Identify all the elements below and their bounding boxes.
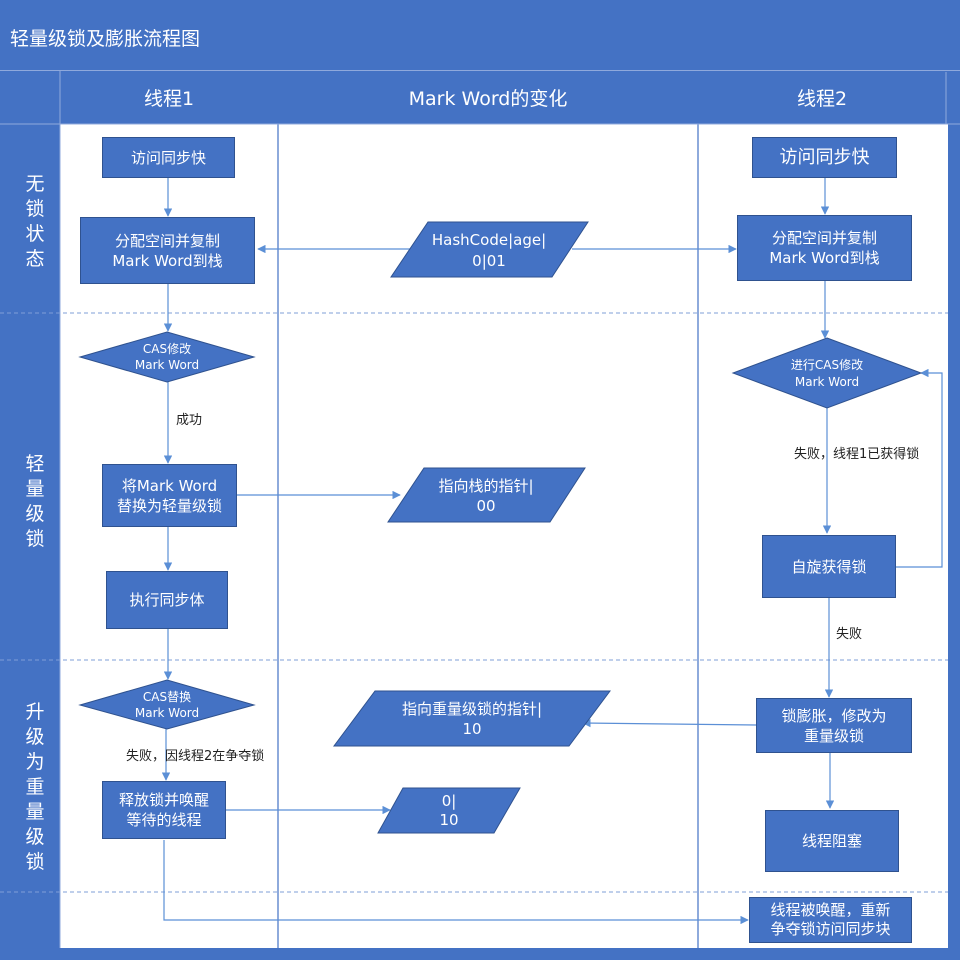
decision-t1-cas: CAS修改 Mark Word (78, 331, 256, 383)
process-t1-alloc-line1: 分配空间并复制 (114, 231, 220, 250)
process-t1-access-sync: 访问同步快 (102, 137, 235, 178)
process-t2-access-sync: 访问同步快 (752, 137, 897, 178)
stackptr-line1: 指向栈的指针| (438, 477, 533, 495)
data-hashcode-markword: HashCode|age| 0|01 (390, 221, 589, 278)
arrow-t1-release-to-woken (163, 840, 749, 925)
process-t1-execute-label: 执行同步体 (129, 591, 205, 609)
label-t2-fail-locked: 失败，线程1已获得锁 (794, 447, 920, 462)
data-heavy-pointer-markword: 指向重量级锁的指针| 10 (333, 690, 611, 747)
process-t1-execute-sync: 执行同步体 (106, 571, 228, 629)
process-t1-alloc-line2: Mark Word到栈 (112, 251, 223, 270)
process-t2-blocked-label: 线程阻塞 (801, 832, 862, 850)
process-t1-release-line2: 等待的线程 (126, 811, 202, 829)
process-t2-alloc-line1: 分配空间并复制 (771, 229, 877, 247)
decision-t1-casreplace-line2: Mark Word (135, 706, 199, 720)
label-t1-fail: 失败，因线程2在争夺锁 (126, 749, 265, 764)
process-t1-release-wake: 释放锁并唤醒 等待的线程 (102, 781, 226, 839)
unlock-line1: 0| (442, 792, 457, 810)
decision-t1-casreplace-line1: CAS替换 (143, 690, 191, 704)
flowchart-canvas: 轻量级锁及膨胀流程图 线程1 Mark Word的变化 线程2 无锁状态 轻量级… (0, 0, 960, 960)
process-t1-replace-line1: 将Mark Word (121, 476, 218, 495)
process-t2-spin-label: 自旋获得锁 (791, 557, 867, 576)
process-t2-inflate-line2: 重量级锁 (803, 726, 864, 745)
process-t2-woken: 线程被唤醒，重新 争夺锁访问同步块 (749, 897, 912, 943)
process-t2-inflate-line1: 锁膨胀，修改为 (781, 706, 887, 725)
process-t2-woken-line1: 线程被唤醒，重新 (770, 901, 891, 919)
process-t2-woken-line2: 争夺锁访问同步块 (770, 920, 891, 938)
process-t2-access-sync-label: 访问同步快 (779, 146, 870, 168)
decision-t2-cas: 进行CAS修改 Mark Word (731, 337, 923, 409)
process-t2-inflate: 锁膨胀，修改为 重量级锁 (756, 698, 912, 753)
decision-t2-cas-line2: Mark Word (795, 375, 859, 389)
hashcode-line1: HashCode|age| (432, 231, 546, 249)
process-t1-access-sync-label: 访问同步快 (130, 148, 206, 167)
process-t1-alloc-copy: 分配空间并复制 Mark Word到栈 (80, 217, 255, 284)
decision-t1-cas-line2: Mark Word (135, 358, 199, 372)
label-t1-success: 成功 (176, 413, 203, 428)
arrow-inflate-to-heavyptr (582, 718, 757, 728)
arrow-t2-spin-loop (896, 368, 943, 568)
data-stack-pointer-markword: 指向栈的指针| 00 (387, 467, 586, 523)
stackptr-line2: 00 (476, 497, 495, 515)
heavyptr-line2: 10 (462, 720, 481, 738)
decision-t2-cas-line1: 进行CAS修改 (791, 357, 863, 372)
hashcode-line2: 0|01 (472, 252, 506, 270)
process-t2-blocked: 线程阻塞 (765, 810, 899, 872)
data-unlock-markword: 0| 10 (377, 787, 521, 834)
process-t1-replace-lightweight: 将Mark Word 替换为轻量级锁 (102, 464, 237, 527)
decision-t1-cas-replace: CAS替换 Mark Word (78, 679, 256, 730)
process-t2-alloc-copy: 分配空间并复制 Mark Word到栈 (737, 215, 912, 281)
decision-t1-cas-line1: CAS修改 (143, 341, 191, 356)
unlock-line2: 10 (439, 811, 458, 829)
process-t2-alloc-line2: Mark Word到栈 (769, 249, 880, 267)
heavyptr-line1: 指向重量级锁的指针| (402, 700, 542, 718)
label-t2-fail: 失败 (836, 627, 863, 642)
process-t2-spin: 自旋获得锁 (762, 535, 896, 598)
process-t1-release-line1: 释放锁并唤醒 (118, 791, 209, 809)
process-t1-replace-line2: 替换为轻量级锁 (116, 496, 222, 515)
